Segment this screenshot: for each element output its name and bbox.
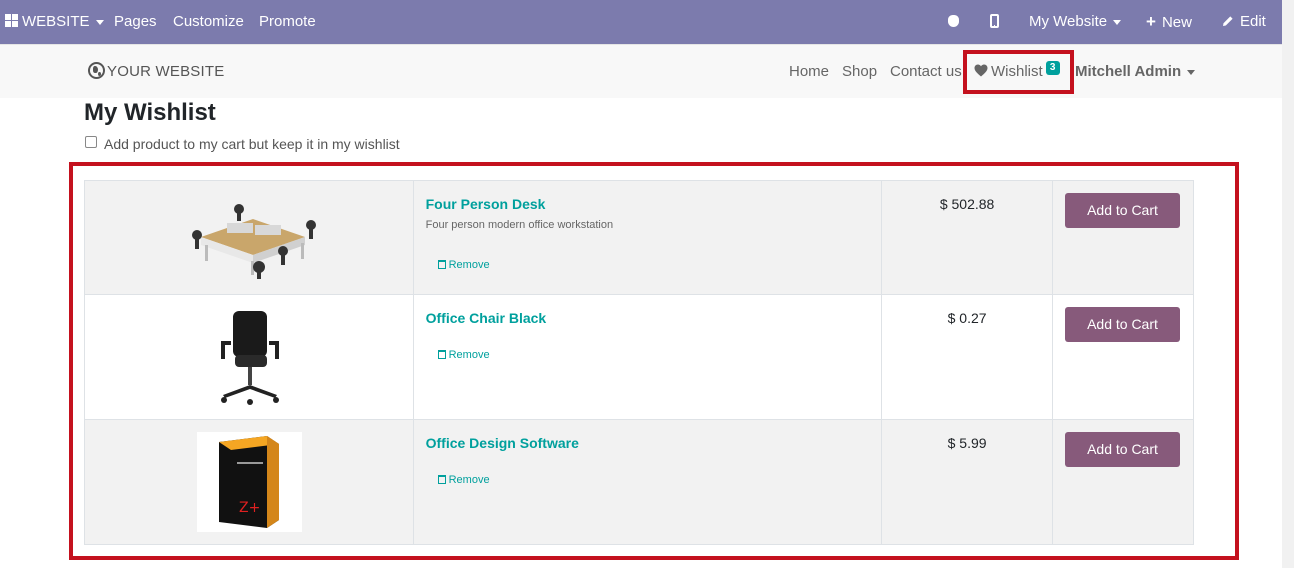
keep-in-wishlist-checkbox[interactable] [85,136,97,148]
edit-button[interactable]: Edit [1222,0,1266,44]
website-admin-bar: WEBSITE Pages Customize Promote My Websi… [0,0,1282,44]
nav-contact-us[interactable]: Contact us [890,63,962,80]
website-menu[interactable]: WEBSITE [5,0,104,44]
pages-menu[interactable]: Pages [114,0,157,44]
bug-icon [948,15,959,27]
chevron-down-icon [1187,69,1196,75]
pencil-icon [1223,16,1233,26]
new-label: New [1161,14,1192,31]
chevron-down-icon [95,19,104,25]
promote-menu[interactable]: Promote [259,0,316,44]
mobile-icon [990,14,999,28]
globe-icon [88,62,105,79]
page-title: My Wishlist [84,99,216,126]
wishlist-table-highlight-box [69,162,1239,560]
user-name: Mitchell Admin [1075,63,1182,80]
site-header: YOUR WEBSITE Home Shop Contact us Wishli… [0,44,1282,98]
edit-label: Edit [1240,13,1266,30]
site-logo-text: YOUR WEBSITE [107,63,225,80]
debug-button[interactable] [948,0,959,44]
wishlist-highlight-box [963,50,1074,94]
keep-in-wishlist-label: Add product to my cart but keep it in my… [104,136,400,152]
my-website-menu[interactable]: My Website [1029,0,1122,44]
nav-shop[interactable]: Shop [842,63,877,80]
my-website-label: My Website [1029,13,1108,30]
new-button[interactable]: + New [1146,0,1192,44]
site-logo[interactable]: YOUR WEBSITE [88,62,224,80]
customize-menu[interactable]: Customize [173,0,244,44]
keep-in-wishlist-option[interactable]: Add product to my cart but keep it in my… [85,136,400,152]
chevron-down-icon [1113,19,1122,25]
user-menu[interactable]: Mitchell Admin [1075,63,1196,80]
nav-home[interactable]: Home [789,63,829,80]
website-menu-label: WEBSITE [22,13,90,30]
apps-grid-icon [5,14,18,27]
plus-icon: + [1146,12,1156,31]
scrollbar-track[interactable] [1282,0,1294,568]
mobile-preview-button[interactable] [990,0,999,44]
